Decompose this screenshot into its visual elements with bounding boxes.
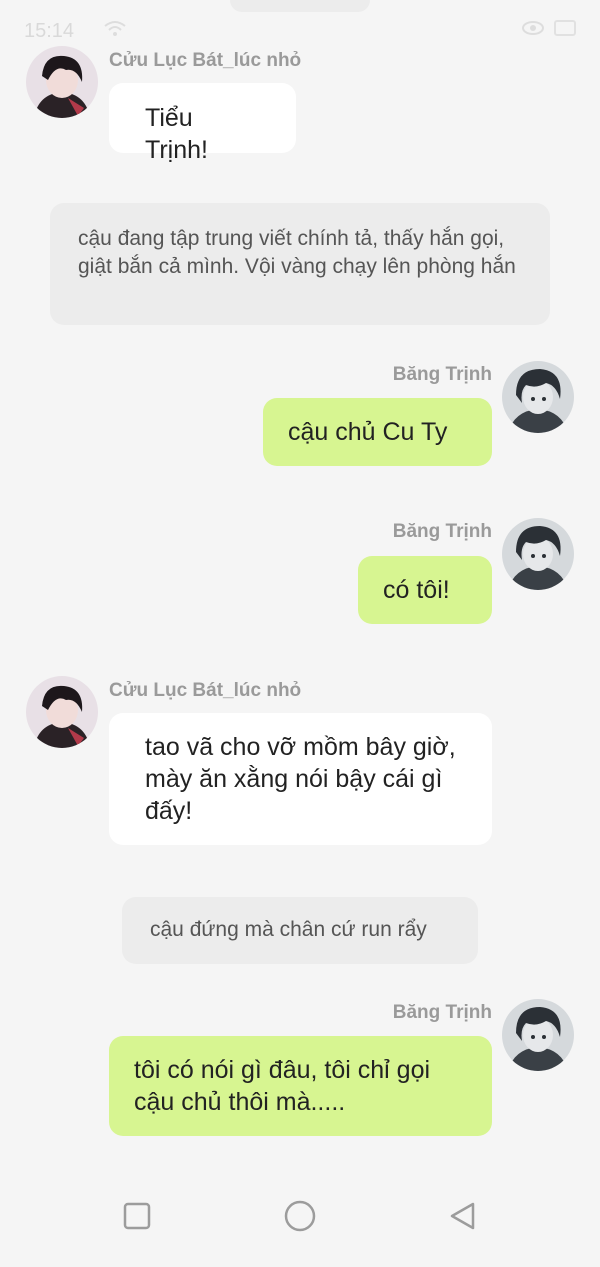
top-pill xyxy=(230,0,370,12)
message-bubble-right[interactable]: có tôi! xyxy=(358,556,492,624)
back-icon[interactable] xyxy=(448,1201,478,1231)
avatar-cuu-icon[interactable] xyxy=(26,676,98,748)
message-bubble-left[interactable]: tao vã cho vỡ mồm bây giờ, mày ăn xằng n… xyxy=(109,713,492,845)
navigation-bar xyxy=(0,1187,600,1267)
avatar-bang-icon[interactable] xyxy=(502,518,574,590)
narration-box: cậu đang tập trung viết chính tả, thấy h… xyxy=(50,203,550,325)
recent-apps-icon[interactable] xyxy=(122,1201,152,1231)
avatar-bang-icon[interactable] xyxy=(502,361,574,433)
sender-name: Băng Trịnh xyxy=(392,364,492,385)
sender-name: Cửu Lục Bát_lúc nhỏ xyxy=(109,680,302,701)
message-bubble-right[interactable]: tôi có nói gì đâu, tôi chỉ gọi cậu chủ t… xyxy=(109,1036,492,1136)
message-bubble-right[interactable]: cậu chủ Cu Ty xyxy=(263,398,492,466)
battery-icon xyxy=(554,20,576,36)
status-time: 15:14 xyxy=(24,20,75,42)
narration-box: cậu đứng mà chân cứ run rẩy xyxy=(122,897,478,964)
avatar-bang-icon[interactable] xyxy=(502,999,574,1071)
sender-name: Cửu Lục Bát_lúc nhỏ xyxy=(109,50,302,71)
wifi-icon xyxy=(104,21,126,36)
chat-screen: 15:14 Cửu Lục Bát_lúc nhỏ Tiểu Trịnh! cậ… xyxy=(0,0,600,1267)
avatar-cuu-icon[interactable] xyxy=(26,46,98,118)
home-icon[interactable] xyxy=(283,1199,317,1233)
eye-icon xyxy=(522,21,544,35)
sender-name: Băng Trịnh xyxy=(392,1002,492,1023)
sender-name: Băng Trịnh xyxy=(392,521,492,542)
message-bubble-left[interactable]: Tiểu Trịnh! xyxy=(109,83,296,164)
